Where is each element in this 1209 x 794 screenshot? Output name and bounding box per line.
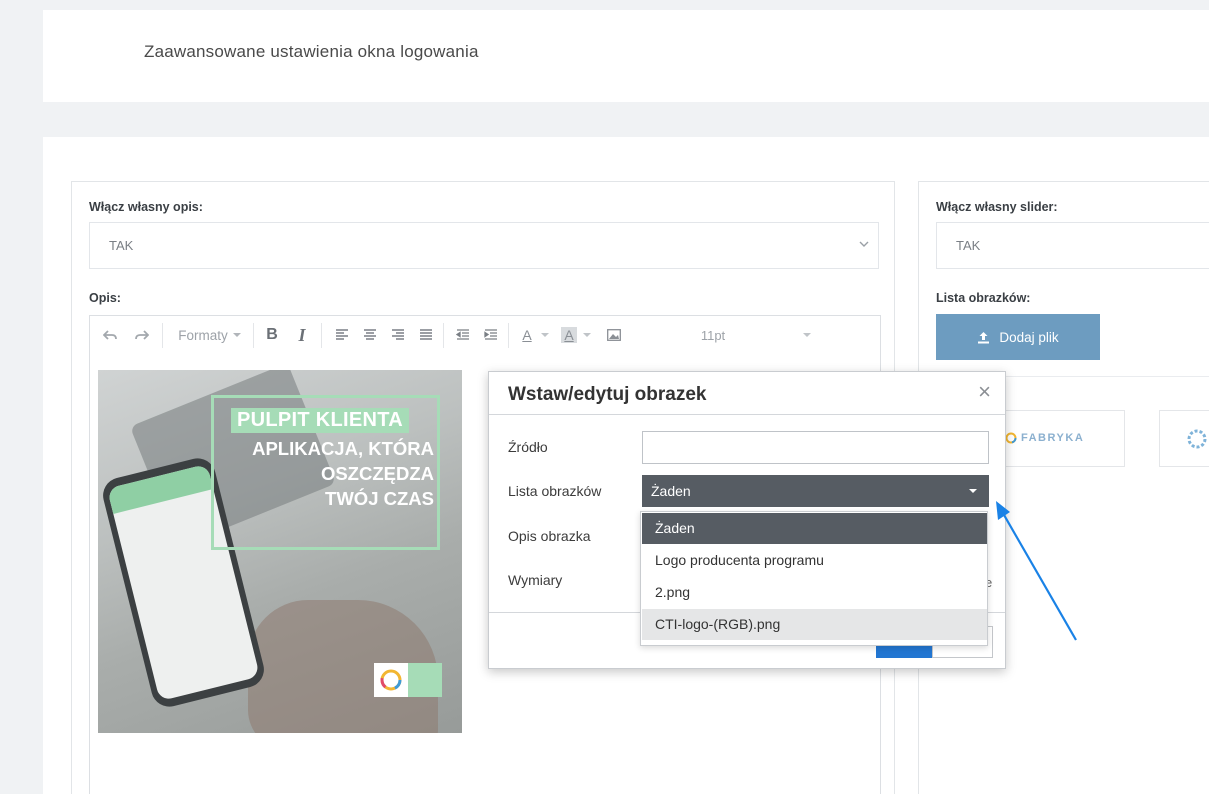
dialog-title: Wstaw/edytuj obrazek (508, 384, 707, 405)
slider-toggle-value: TAK (956, 238, 981, 253)
image-list-dropdown: Żaden Logo producenta programu 2.png CTI… (640, 511, 988, 646)
slider-thumb-1[interactable]: FABRYKA (990, 410, 1125, 467)
align-right-icon[interactable] (386, 316, 410, 354)
caret-down-icon[interactable] (800, 316, 814, 354)
outdent-icon[interactable] (451, 316, 475, 354)
italic-button[interactable]: I (290, 316, 314, 354)
close-icon[interactable]: × (978, 381, 991, 403)
promo-line-1: PULPIT KLIENTA (231, 408, 410, 433)
image-list-label: Lista obrazków: (936, 291, 1031, 305)
source-input[interactable] (642, 431, 989, 464)
page-title: Zaawansowane ustawienia okna logowania (144, 42, 479, 61)
bg-color-glyph: A (561, 327, 577, 343)
caret-down-icon[interactable] (580, 316, 594, 354)
font-size-value[interactable]: 11pt (696, 316, 730, 354)
redo-icon[interactable] (130, 316, 154, 354)
slider-toggle-label: Włącz własny slider: (936, 200, 1058, 214)
image-list-field-label: Lista obrazków (508, 483, 602, 499)
slider-thumb-2[interactable] (1159, 410, 1209, 467)
formats-dropdown[interactable]: Formaty (170, 316, 250, 354)
description-toggle-value: TAK (109, 238, 134, 253)
dialog-header: Wstaw/edytuj obrazek × (489, 372, 1005, 415)
upload-icon (978, 331, 990, 343)
add-file-button[interactable]: Dodaj plik (936, 314, 1100, 360)
brand-logo-icon (374, 663, 408, 697)
description-toggle-label: Włącz własny opis: (89, 200, 203, 214)
editor-toolbar: Formaty B I A A 11pt (89, 315, 881, 355)
dropdown-option-cti-logo[interactable]: CTI-logo-(RGB).png (642, 609, 987, 640)
caret-down-icon (969, 489, 977, 493)
bg-color-button[interactable]: A (558, 316, 580, 354)
promo-line-3: OSZCZĘDZA (320, 463, 434, 484)
annotation-arrow-icon (996, 501, 1077, 641)
dropdown-option-2png[interactable]: 2.png (642, 577, 987, 608)
align-justify-icon[interactable] (414, 316, 438, 354)
align-center-icon[interactable] (358, 316, 382, 354)
font-color-button[interactable]: A (516, 316, 538, 354)
caret-down-icon[interactable] (538, 316, 552, 354)
image-list-select[interactable]: Żaden (642, 475, 989, 507)
promo-image: PULPIT KLIENTA APLIKACJA, KTÓRA OSZCZĘDZ… (98, 370, 462, 733)
logo-icon (1187, 429, 1207, 449)
brand-logo-icon (1005, 432, 1017, 444)
image-icon[interactable] (602, 316, 626, 354)
dimensions-label: Wymiary (508, 572, 563, 588)
dropdown-option-none[interactable]: Żaden (642, 513, 987, 544)
undo-icon[interactable] (98, 316, 122, 354)
slider-toggle-select[interactable]: TAK (936, 222, 1209, 269)
promo-line-4: TWÓJ CZAS (325, 488, 434, 509)
indent-icon[interactable] (479, 316, 503, 354)
image-description-label: Opis obrazka (508, 528, 591, 544)
add-file-label: Dodaj plik (999, 329, 1059, 345)
source-label: Źródło (508, 439, 548, 455)
dropdown-option-producer-logo[interactable]: Logo producenta programu (642, 545, 987, 576)
thumb-logo-text: FABRYKA (1021, 432, 1085, 444)
bold-button[interactable]: B (260, 316, 284, 354)
promo-line-2: APLIKACJA, KTÓRA (252, 438, 434, 459)
image-list-select-value: Żaden (651, 483, 691, 499)
description-label: Opis: (89, 291, 121, 305)
formats-label: Formaty (178, 327, 228, 343)
chevron-down-icon (859, 241, 869, 247)
caret-down-icon (232, 333, 241, 337)
description-toggle-select[interactable]: TAK (89, 222, 879, 269)
align-left-icon[interactable] (330, 316, 354, 354)
